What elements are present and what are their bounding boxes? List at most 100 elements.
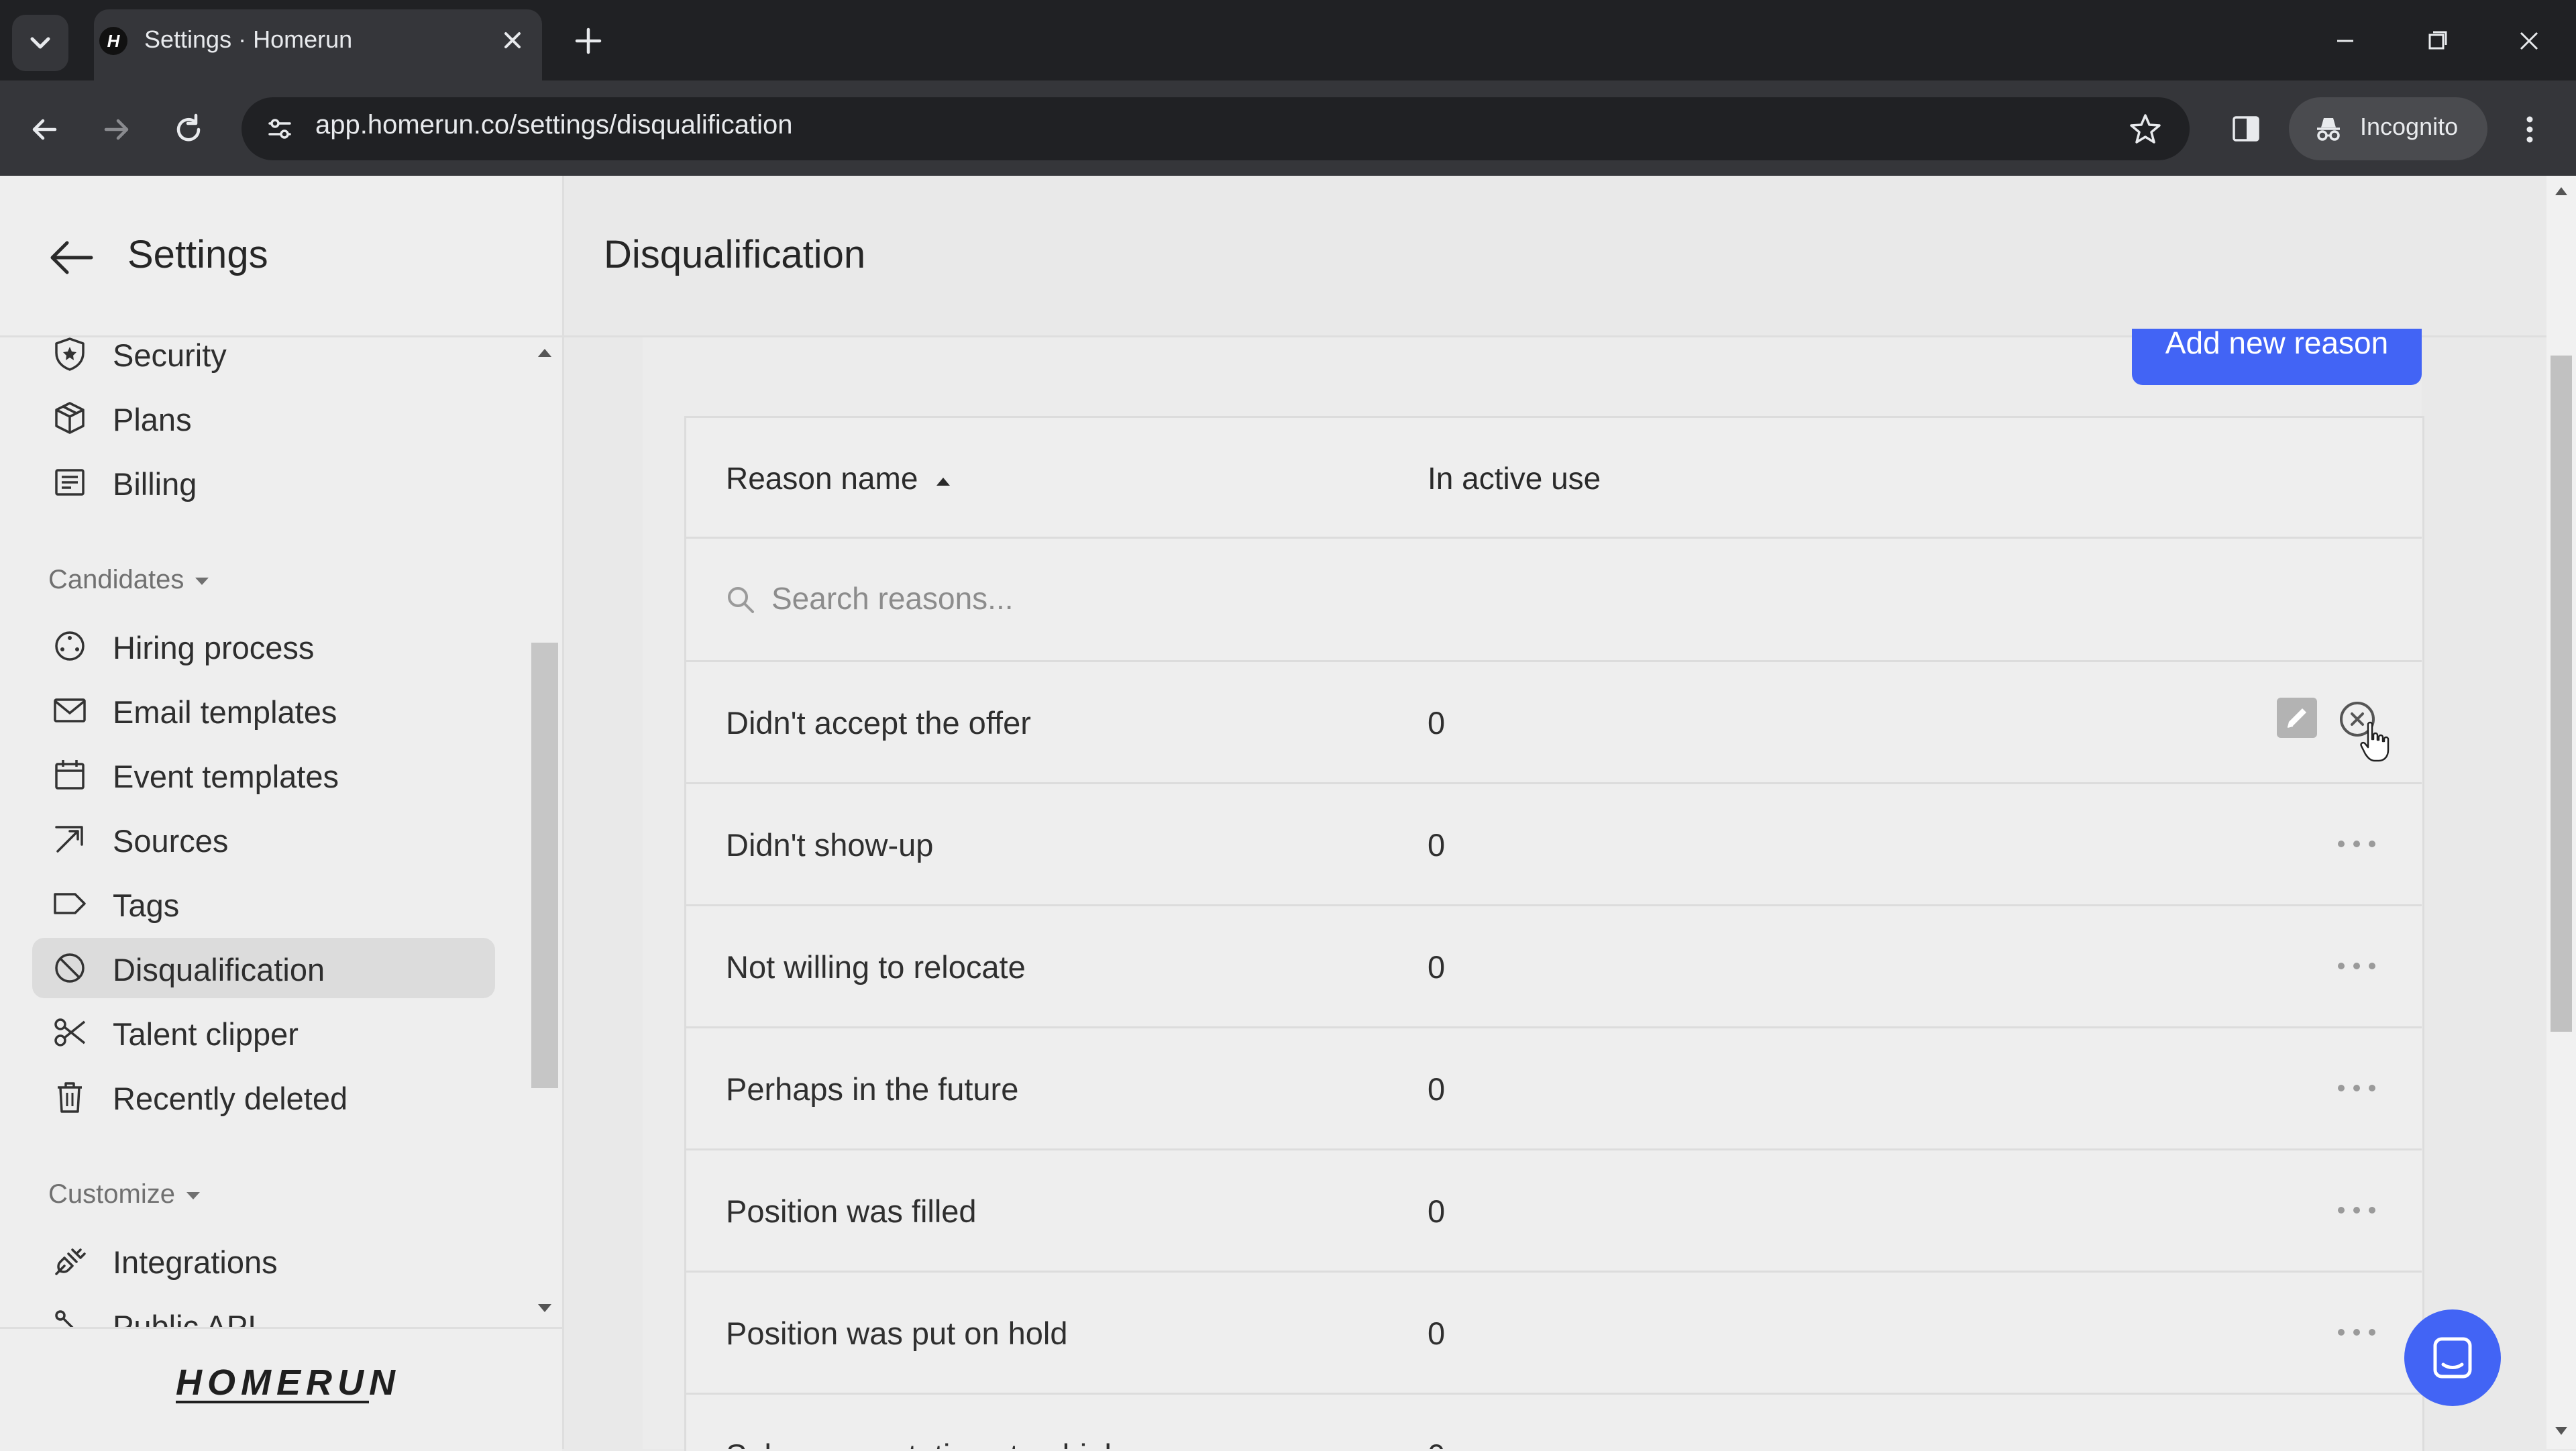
tab-search-button[interactable]	[12, 15, 68, 71]
reason-name-cell: Position was filled	[726, 1193, 977, 1229]
forward-button[interactable]	[94, 107, 138, 152]
reason-name-cell: Not willing to relocate	[726, 949, 1026, 985]
site-info-button[interactable]	[260, 109, 299, 148]
tab-title: Settings · Homerun	[144, 25, 353, 53]
sidebar-item-label: Integrations	[113, 1244, 278, 1280]
chat-widget-button[interactable]	[2404, 1309, 2501, 1406]
sidebar-item-public-api[interactable]: Public API	[32, 1295, 495, 1327]
sidebar-item-label: Security	[113, 337, 227, 373]
reason-name-cell: Position was put on hold	[726, 1315, 1068, 1351]
more-horizontal-icon[interactable]	[2333, 1202, 2380, 1218]
hand-cursor-icon	[2360, 721, 2390, 762]
reason-name-cell: Salary expectations too high	[726, 1437, 1122, 1449]
more-horizontal-icon[interactable]	[2333, 1080, 2380, 1096]
sidebar-item-hiring-process[interactable]: Hiring process	[32, 616, 495, 676]
section-label: Customize	[48, 1179, 175, 1209]
back-button[interactable]	[23, 107, 67, 152]
caret-down-icon[interactable]	[2553, 1425, 2569, 1437]
sidebar-item-billing[interactable]: Billing	[32, 452, 495, 513]
sidebar-item-event-templates[interactable]: Event templates	[32, 745, 495, 805]
shield-star-icon	[55, 337, 85, 371]
section-toggle-customize[interactable]: Customize	[48, 1179, 202, 1210]
star-icon	[2130, 114, 2161, 144]
restore-button[interactable]	[2418, 23, 2458, 59]
caret-down-icon	[195, 578, 209, 586]
sidebar-item-label: Disqualification	[113, 952, 325, 987]
more-horizontal-icon[interactable]	[2333, 958, 2380, 974]
sidebar-item-label: Email templates	[113, 694, 337, 730]
homerun-logo[interactable]: HOMERUN	[176, 1362, 400, 1403]
active-use-count: 0	[1428, 705, 1446, 741]
caret-down-icon	[538, 1304, 551, 1312]
search-reasons-input[interactable]	[771, 577, 1576, 620]
column-header-reason-name[interactable]: Reason name	[726, 460, 918, 496]
sidebar-item-label: Hiring process	[113, 630, 315, 665]
active-use-count: 0	[1428, 827, 1446, 863]
add-new-reason-button[interactable]: Add new reason	[2132, 329, 2422, 385]
receipt-icon	[55, 469, 85, 496]
add-new-reason-label: Add new reason	[2165, 329, 2389, 360]
reload-icon	[176, 113, 201, 142]
page-title: Disqualification	[604, 233, 866, 276]
box-icon	[55, 402, 85, 434]
window-close-button[interactable]	[2509, 23, 2549, 59]
sidebar-item-label: Sources	[113, 823, 229, 859]
sidebar-item-recently-deleted[interactable]: Recently deleted	[32, 1067, 495, 1127]
page-scrollbar-thumb[interactable]	[2551, 356, 2572, 1032]
reload-button[interactable]	[166, 107, 211, 152]
arrow-left-icon	[32, 119, 57, 140]
homerun-favicon-icon: H	[99, 27, 127, 55]
edit-reason-button[interactable]	[2277, 698, 2317, 738]
ban-icon	[55, 953, 85, 983]
sidebar-item-integrations[interactable]: Integrations	[32, 1230, 495, 1291]
more-horizontal-icon[interactable]	[2333, 836, 2380, 852]
sidebar-item-label: Public API	[113, 1309, 257, 1327]
side-panel-icon	[2233, 116, 2259, 142]
scroll-up-arrow[interactable]	[535, 346, 554, 360]
chevron-down-icon	[30, 37, 50, 49]
scroll-down-arrow[interactable]	[535, 1301, 554, 1315]
side-panel-button[interactable]	[2226, 109, 2266, 149]
active-use-count: 0	[1428, 949, 1446, 985]
url-text[interactable]: app.homerun.co/settings/disqualification	[315, 110, 793, 140]
sidebar-item-disqualification[interactable]: Disqualification	[32, 938, 495, 998]
sidebar-item-sources[interactable]: Sources	[32, 809, 495, 869]
minimize-button[interactable]	[2325, 23, 2365, 59]
new-tab-button[interactable]	[570, 23, 606, 59]
trash-icon	[58, 1082, 82, 1113]
chat-icon	[2433, 1337, 2472, 1379]
close-icon	[504, 32, 521, 48]
sidebar-item-plans[interactable]: Plans	[32, 388, 495, 448]
sources-icon	[55, 826, 83, 853]
sidebar-item-talent-clipper[interactable]: Talent clipper	[32, 1002, 495, 1063]
search-icon	[728, 587, 754, 613]
api-icon	[55, 1310, 74, 1327]
sidebar-item-security[interactable]: Security	[32, 323, 495, 384]
table-row[interactable]	[686, 784, 2420, 904]
table-row[interactable]: Salary expectations too high 0	[686, 1395, 2420, 1449]
active-use-count: 0	[1428, 1193, 1446, 1229]
bookmark-button[interactable]	[2125, 109, 2165, 149]
caret-up-icon[interactable]	[2553, 185, 2569, 197]
browser-menu-button[interactable]	[2513, 107, 2546, 152]
active-use-count: 0	[1428, 1315, 1446, 1351]
sort-ascending-icon[interactable]	[934, 475, 953, 488]
incognito-icon	[2310, 111, 2347, 148]
sidebar-item-email-templates[interactable]: Email templates	[32, 680, 495, 741]
more-horizontal-icon[interactable]	[2333, 1324, 2380, 1340]
section-toggle-candidates[interactable]: Candidates	[48, 565, 211, 595]
sidebar-scrollbar-thumb[interactable]	[531, 643, 558, 1088]
more-vertical-icon	[2526, 116, 2533, 143]
arrow-right-icon	[104, 119, 129, 140]
column-header-in-active-use: In active use	[1428, 461, 1601, 496]
process-icon	[55, 631, 85, 661]
back-to-app-button[interactable]	[44, 231, 98, 284]
reason-name-cell: Didn't accept the offer	[726, 705, 1031, 741]
plug-icon	[55, 1248, 86, 1275]
caret-down-icon	[186, 1192, 200, 1200]
tab-close-button[interactable]	[496, 24, 529, 56]
pencil-icon	[2287, 708, 2306, 728]
logo-underline	[176, 1401, 369, 1403]
sidebar-item-tags[interactable]: Tags	[32, 873, 495, 934]
caret-up-icon	[538, 349, 551, 357]
